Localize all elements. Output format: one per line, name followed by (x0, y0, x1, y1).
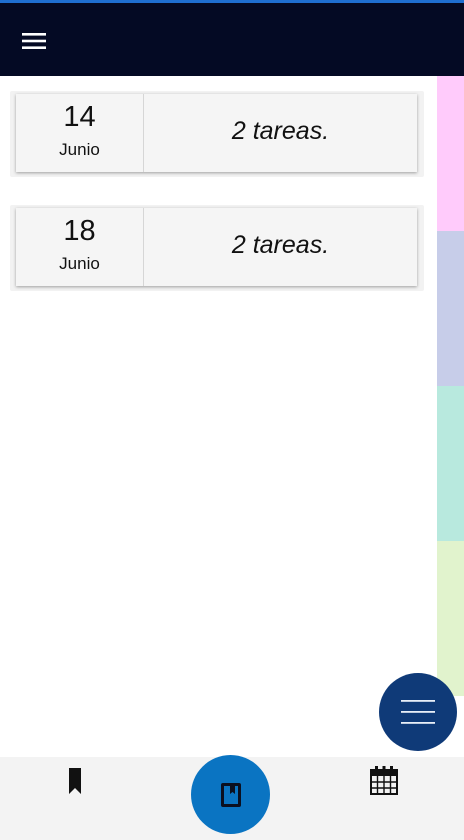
color-segment[interactable] (437, 231, 464, 386)
calendar-button[interactable] (364, 761, 404, 801)
day-card[interactable]: 14 Junio 2 tareas. (16, 94, 417, 172)
date-box: 14 Junio (16, 94, 144, 172)
menu-button[interactable] (12, 23, 56, 59)
day-number: 18 (63, 215, 96, 247)
bookmarks-button[interactable] (55, 761, 95, 801)
task-count: 2 tareas. (231, 230, 330, 259)
day-card[interactable]: 18 Junio 2 tareas. (16, 208, 417, 286)
day-number: 14 (63, 101, 96, 133)
day-card-wrapper: 18 Junio 2 tareas. (10, 205, 424, 291)
month-label: Junio (59, 140, 100, 159)
hamburger-menu-icon (22, 33, 46, 49)
notebook-icon (220, 782, 241, 807)
month-label: Junio (59, 254, 100, 273)
menu-lines-icon (401, 700, 435, 724)
color-category-strip (437, 76, 464, 696)
day-card-wrapper: 14 Junio 2 tareas. (10, 91, 424, 177)
bookmark-icon (69, 768, 81, 794)
app-bar (0, 3, 464, 76)
floating-menu-button[interactable] (379, 673, 457, 751)
color-segment[interactable] (437, 541, 464, 696)
color-segment[interactable] (437, 76, 464, 231)
content-area: 14 Junio 2 tareas. 18 Junio 2 tareas. (0, 76, 437, 757)
task-count: 2 tareas. (231, 116, 330, 145)
date-box: 18 Junio (16, 208, 144, 286)
notebook-button[interactable] (191, 755, 270, 834)
color-segment[interactable] (437, 386, 464, 541)
calendar-icon (370, 766, 398, 795)
